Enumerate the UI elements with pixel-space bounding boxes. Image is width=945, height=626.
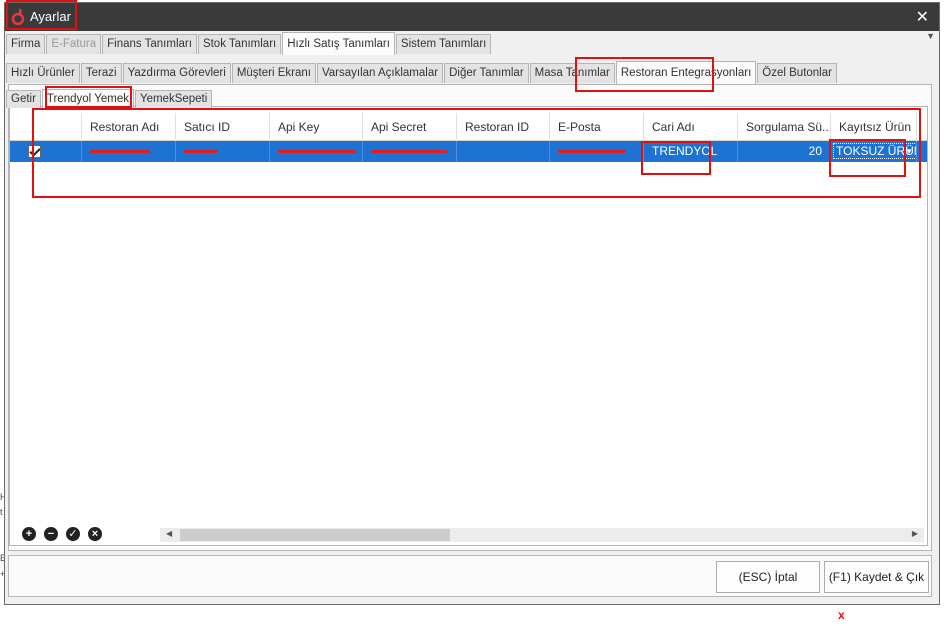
row-checkbox[interactable] (28, 145, 41, 158)
scrollbar-thumb[interactable] (180, 529, 450, 541)
tab-terazi[interactable]: Terazi (80, 63, 122, 83)
tab-trendyol-yemek[interactable]: Trendyol Yemek (41, 89, 134, 109)
cell-cari-adi[interactable]: TRENDYOL (644, 141, 738, 162)
cell-satici-id-redacted[interactable] (176, 141, 270, 162)
x-annotation: x (838, 608, 845, 622)
background-fragment: t (0, 507, 3, 517)
tab-musteri-ekrani[interactable]: Müşteri Ekranı (231, 63, 316, 83)
column-header-api-secret[interactable]: Api Secret (363, 113, 457, 141)
redaction-mark (90, 150, 150, 154)
sub-tabs: Hızlı Ürünler Terazi Yazdırma Görevleri … (6, 61, 838, 84)
column-header-sorgulama-suresi[interactable]: Sorgulama Sü... (738, 113, 831, 141)
add-icon[interactable]: + (22, 527, 36, 541)
cell-api-secret-redacted[interactable] (363, 141, 457, 162)
cell-restoran-id[interactable] (457, 141, 550, 162)
cell-api-key-redacted[interactable] (270, 141, 363, 162)
tab-hizli-urunler[interactable]: Hızlı Ürünler (6, 63, 80, 83)
cell-restoran-adi-redacted[interactable] (82, 141, 176, 162)
column-header-restoran-adi[interactable]: Restoran Adı (82, 113, 176, 141)
redaction-mark (184, 150, 218, 154)
integration-tabs: Getir Trendyol Yemek YemekSepeti (6, 86, 213, 109)
tab-masa-tanimlar[interactable]: Masa Tanımlar (529, 63, 615, 83)
cell-e-posta-redacted[interactable] (550, 141, 644, 162)
integration-grid: Restoran Adı Satıcı ID Api Key Api Secre… (10, 113, 927, 162)
tab-ozel-butonlar[interactable]: Özel Butonlar (757, 63, 837, 83)
tab-overflow-chevron-icon[interactable]: ▼ (926, 31, 935, 41)
remove-icon[interactable]: − (44, 527, 58, 541)
cancel-icon[interactable]: × (88, 527, 102, 541)
column-header-api-key[interactable]: Api Key (270, 113, 363, 141)
tab-restoran-entegrasyonlari[interactable]: Restoran Entegrasyonları (615, 61, 757, 84)
window-title: Ayarlar (30, 9, 71, 24)
close-icon[interactable]: ✕ (916, 7, 929, 27)
app-logo-icon (11, 9, 25, 26)
button-bar: (ESC) İptal (F1) Kaydet & Çık (8, 555, 932, 597)
confirm-icon[interactable]: ✓ (66, 527, 80, 541)
tab-varsayilan-aciklamalar[interactable]: Varsayılan Açıklamalar (316, 63, 444, 83)
screen: H t E + Ayarlar ✕ Firma E-Fatura Finans … (0, 0, 945, 626)
cancel-button[interactable]: (ESC) İptal (716, 561, 820, 593)
grid-navigator: + − ✓ × ◀ ▶ (12, 524, 924, 544)
column-header-cari-adi[interactable]: Cari Adı (644, 113, 738, 141)
title-bar[interactable]: Ayarlar ✕ (5, 3, 939, 31)
tab-yazdirma-gorevleri[interactable]: Yazdırma Görevleri (122, 63, 231, 83)
redaction-mark (371, 150, 447, 154)
column-header-e-posta[interactable]: E-Posta (550, 113, 644, 141)
chevron-down-icon[interactable]: ▼ (905, 141, 913, 162)
tab-finans-tanimlari[interactable]: Finans Tanımları (102, 34, 197, 54)
tab-getir[interactable]: Getir (6, 90, 41, 108)
column-header-restoran-id[interactable]: Restoran ID (457, 113, 550, 141)
tab-sistem-tanimlari[interactable]: Sistem Tanımları (395, 34, 492, 54)
column-header-satici-id[interactable]: Satıcı ID (176, 113, 270, 141)
scroll-right-icon[interactable]: ▶ (912, 529, 918, 538)
tab-diger-tanimlar[interactable]: Diğer Tanımlar (444, 63, 529, 83)
grid-header: Restoran Adı Satıcı ID Api Key Api Secre… (10, 113, 927, 141)
cell-kayitsiz-urun[interactable]: TOKSUZ ÜRÜN ▼ (831, 141, 917, 162)
table-row[interactable]: TRENDYOL 20 TOKSUZ ÜRÜN ▼ (10, 141, 927, 162)
tab-hizli-satis-tanimlari[interactable]: Hızlı Satış Tanımları (282, 32, 395, 55)
scroll-left-icon[interactable]: ◀ (166, 529, 172, 538)
tab-stok-tanimlari[interactable]: Stok Tanımları (197, 34, 282, 54)
cell-sorgulama-suresi[interactable]: 20 (738, 141, 831, 162)
row-checkbox-cell[interactable] (10, 141, 82, 162)
redaction-mark (278, 150, 356, 154)
redaction-mark (558, 150, 626, 154)
main-tabs: Firma E-Fatura Finans Tanımları Stok Tan… (6, 32, 492, 55)
horizontal-scrollbar[interactable]: ◀ ▶ (160, 528, 924, 542)
trendyol-panel: Restoran Adı Satıcı ID Api Key Api Secre… (9, 106, 928, 546)
tab-e-fatura[interactable]: E-Fatura (46, 34, 102, 54)
column-header-select[interactable] (10, 113, 82, 141)
column-header-kayitsiz-urun[interactable]: Kayıtsız Ürün (831, 113, 917, 141)
tab-firma[interactable]: Firma (6, 34, 46, 54)
tab-yemeksepeti[interactable]: YemekSepeti (134, 90, 213, 108)
save-and-exit-button[interactable]: (F1) Kaydet & Çık (824, 561, 929, 593)
